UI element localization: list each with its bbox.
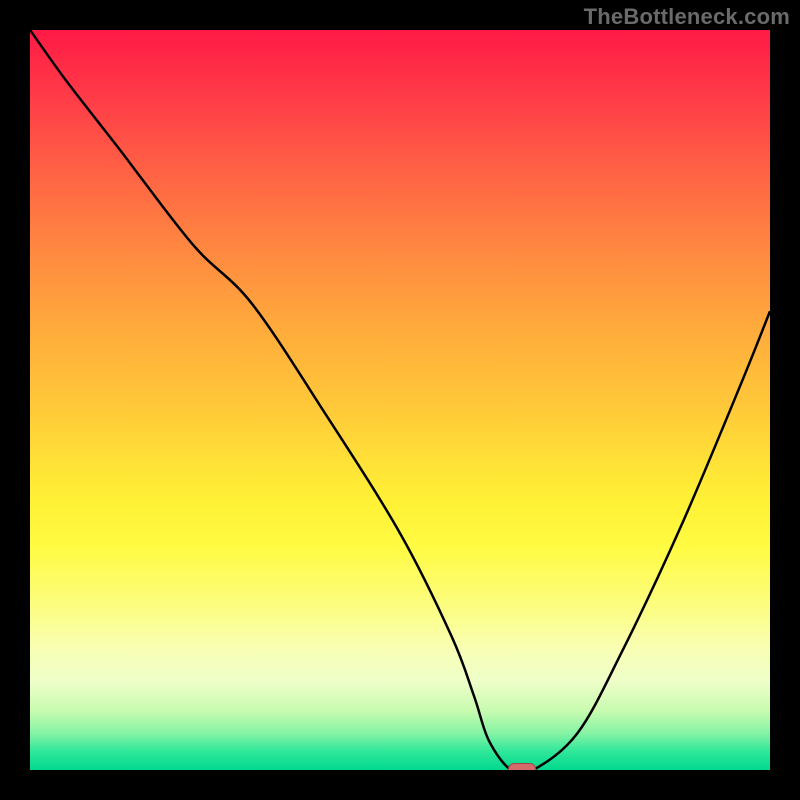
chart-container: TheBottleneck.com bbox=[0, 0, 800, 800]
plot-area bbox=[30, 30, 770, 770]
optimal-point-marker bbox=[508, 763, 536, 770]
chart-line bbox=[30, 30, 770, 770]
watermark-text: TheBottleneck.com bbox=[584, 4, 790, 30]
